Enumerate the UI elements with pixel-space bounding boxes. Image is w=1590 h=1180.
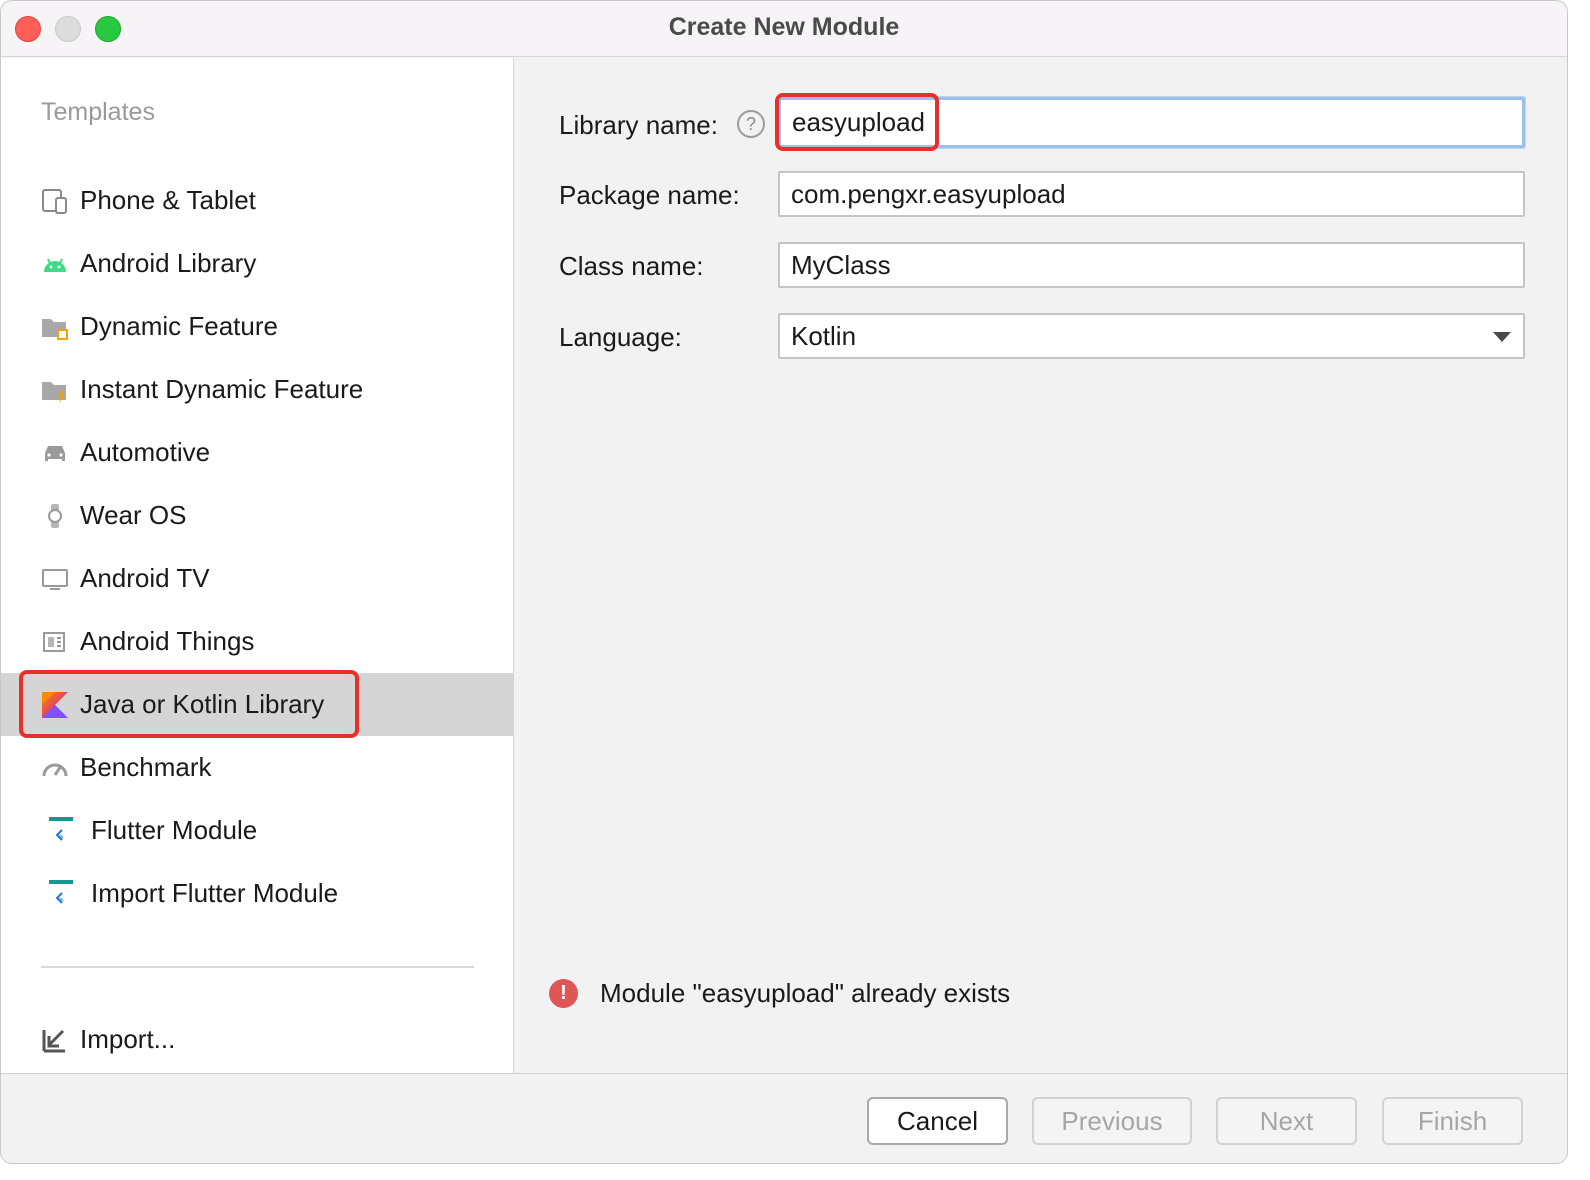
template-label: Android Things	[80, 626, 255, 656]
error-icon: !	[549, 979, 578, 1008]
title-bar: Create New Module	[1, 1, 1567, 57]
template-label: Android Library	[80, 248, 257, 278]
template-android-tv[interactable]: Android TV	[1, 547, 514, 610]
phone-tablet-icon	[41, 187, 69, 215]
template-label: Dynamic Feature	[80, 311, 278, 341]
finish-button[interactable]: Finish	[1382, 1097, 1523, 1145]
gauge-icon	[41, 754, 69, 782]
language-selected-value: Kotlin	[791, 321, 857, 351]
package-name-label: Package name:	[559, 180, 740, 210]
package-name-input[interactable]	[778, 171, 1525, 217]
template-label: Wear OS	[80, 500, 187, 530]
chevron-down-icon	[1493, 332, 1511, 342]
template-android-things[interactable]: Android Things	[1, 610, 514, 673]
template-benchmark[interactable]: Benchmark	[1, 736, 514, 799]
import-item[interactable]: Import...	[1, 1008, 514, 1071]
error-message-row: ! Module "easyupload" already exists	[549, 978, 1010, 1009]
library-name-label: Library name:	[559, 110, 718, 140]
dynamic-feature-folder-icon	[41, 313, 69, 341]
language-label: Language:	[559, 322, 682, 352]
sidebar-divider	[41, 966, 474, 968]
template-automotive[interactable]: Automotive	[1, 421, 514, 484]
class-name-input[interactable]	[778, 242, 1525, 288]
cancel-button[interactable]: Cancel	[867, 1097, 1008, 1145]
module-form-panel: Library name: ? Package name: Class name…	[515, 58, 1567, 1073]
window-title: Create New Module	[668, 13, 900, 41]
instant-feature-folder-icon	[41, 376, 69, 404]
template-label: Benchmark	[80, 752, 212, 782]
templates-section-label: Templates	[41, 98, 155, 126]
error-message: Module "easyupload" already exists	[600, 978, 1011, 1008]
import-label: Import...	[80, 1024, 176, 1054]
create-new-module-dialog: Create New Module Templates Phone & Tabl…	[0, 0, 1568, 1164]
template-label: Automotive	[80, 437, 211, 467]
template-label: Phone & Tablet	[80, 185, 256, 215]
template-wear-os[interactable]: Wear OS	[1, 484, 514, 547]
watch-icon	[41, 502, 69, 530]
template-dynamic-feature[interactable]: Dynamic Feature	[1, 295, 514, 358]
template-android-library[interactable]: Android Library	[1, 232, 514, 295]
template-instant-dynamic-feature[interactable]: Instant Dynamic Feature	[1, 358, 514, 421]
class-name-label: Class name:	[559, 251, 704, 281]
template-label: Flutter Module	[91, 815, 258, 845]
flutter-icon	[47, 816, 75, 845]
import-arrow-icon	[41, 1026, 69, 1054]
language-select[interactable]: Kotlin	[778, 313, 1525, 359]
help-icon[interactable]: ?	[737, 110, 765, 138]
car-icon	[41, 439, 69, 467]
template-label: Android TV	[80, 563, 210, 593]
template-label: Import Flutter Module	[91, 878, 339, 908]
template-label: Instant Dynamic Feature	[80, 374, 364, 404]
library-name-highlight-box	[775, 93, 939, 151]
previous-button[interactable]: Previous	[1032, 1097, 1192, 1145]
selection-highlight-box	[19, 670, 359, 738]
template-phone-tablet[interactable]: Phone & Tablet	[1, 169, 514, 232]
android-icon	[41, 250, 69, 278]
next-button[interactable]: Next	[1216, 1097, 1357, 1145]
template-flutter-module[interactable]: Flutter Module	[1, 799, 514, 862]
things-board-icon	[41, 628, 69, 656]
templates-sidebar: Templates Phone & Tablet Android Library…	[1, 58, 514, 1073]
dialog-footer: Cancel Previous Next Finish	[1, 1073, 1567, 1163]
tv-icon	[41, 565, 69, 593]
template-import-flutter-module[interactable]: Import Flutter Module	[1, 862, 514, 925]
flutter-icon	[47, 879, 75, 908]
